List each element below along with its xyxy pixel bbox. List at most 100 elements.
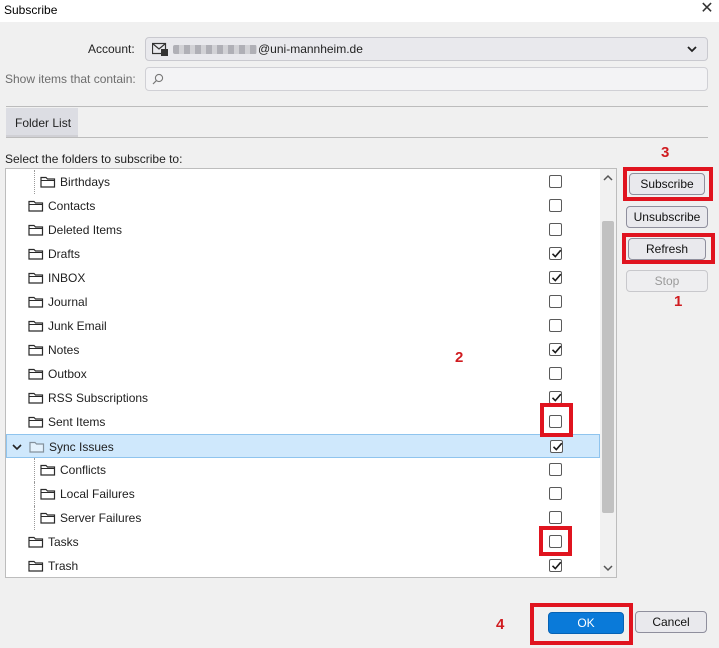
account-email: @uni-mannheim.de — [258, 42, 363, 56]
subscribe-button[interactable]: Subscribe — [629, 173, 705, 195]
filter-label: Show items that contain: — [5, 72, 136, 86]
folder-name: Trash — [48, 559, 79, 573]
folder-row[interactable]: Birthdays — [6, 170, 600, 194]
folder-row[interactable]: Conflicts — [6, 458, 600, 482]
ok-button[interactable]: OK — [548, 612, 624, 634]
folder-icon — [28, 272, 44, 284]
folder-row[interactable]: Server Failures — [6, 506, 600, 530]
account-select[interactable]: @uni-mannheim.de — [145, 37, 708, 61]
folder-row[interactable]: Junk Email — [6, 314, 600, 338]
folder-row[interactable]: Sent Items — [6, 410, 600, 434]
folder-icon — [29, 441, 45, 453]
divider — [6, 137, 708, 138]
folder-name: INBOX — [48, 271, 86, 285]
subscribe-checkbox[interactable] — [549, 199, 562, 212]
filter-field[interactable] — [145, 67, 708, 91]
scroll-thumb[interactable] — [602, 221, 614, 513]
stop-button[interactable]: Stop — [626, 270, 708, 292]
folder-icon — [28, 320, 44, 332]
folder-row[interactable]: Notes — [6, 338, 600, 362]
folder-row[interactable]: Outbox — [6, 362, 600, 386]
folder-tree[interactable]: Birthdays Contacts Deleted Items Drafts INBO… — [5, 168, 617, 578]
tree-scrollbar[interactable] — [600, 169, 616, 577]
folder-icon — [40, 512, 56, 524]
folder-row[interactable]: Sync Issues — [6, 434, 600, 458]
subscribe-checkbox[interactable] — [549, 223, 562, 236]
search-icon — [152, 73, 164, 85]
folder-icon — [28, 368, 44, 380]
folder-name: RSS Subscriptions — [48, 391, 149, 405]
folder-row[interactable]: Local Failures — [6, 482, 600, 506]
folder-icon — [28, 392, 44, 404]
subscribe-checkbox[interactable] — [549, 559, 562, 572]
folder-name: Sync Issues — [49, 440, 114, 454]
folder-icon — [28, 416, 44, 428]
subscribe-checkbox[interactable] — [549, 415, 562, 428]
folder-name: Local Failures — [60, 487, 135, 501]
scroll-down-icon[interactable] — [603, 563, 613, 573]
subscribe-checkbox[interactable] — [549, 295, 562, 308]
chevron-down-icon[interactable] — [12, 442, 22, 452]
folder-icon — [28, 560, 44, 572]
folder-row[interactable]: Tasks — [6, 530, 600, 554]
tree-guide-line — [34, 170, 35, 194]
subscribe-checkbox[interactable] — [549, 319, 562, 332]
window-title: Subscribe — [4, 3, 58, 17]
folder-row[interactable]: Contacts — [6, 194, 600, 218]
subscribe-checkbox[interactable] — [549, 367, 562, 380]
subscribe-checkbox[interactable] — [549, 535, 562, 548]
folder-name: Sent Items — [48, 415, 106, 429]
subscribe-checkbox[interactable] — [549, 511, 562, 524]
divider — [6, 106, 708, 107]
folder-row[interactable]: Deleted Items — [6, 218, 600, 242]
subscribe-checkbox[interactable] — [550, 440, 563, 453]
folder-icon — [40, 464, 56, 476]
title-bar: Subscribe ✕ — [0, 0, 719, 22]
folder-row[interactable]: RSS Subscriptions — [6, 386, 600, 410]
cancel-button[interactable]: Cancel — [635, 611, 707, 633]
folder-icon — [28, 224, 44, 236]
folder-name: Contacts — [48, 199, 96, 213]
close-icon[interactable]: ✕ — [696, 0, 718, 20]
folder-name: Notes — [48, 343, 80, 357]
subscribe-checkbox[interactable] — [549, 175, 562, 188]
folder-row[interactable]: Journal — [6, 290, 600, 314]
folder-icon — [40, 488, 56, 500]
folder-icon — [28, 296, 44, 308]
folder-name: Junk Email — [48, 319, 107, 333]
folder-icon — [28, 248, 44, 260]
instructions-label: Select the folders to subscribe to: — [5, 152, 183, 166]
folder-row[interactable]: Trash — [6, 554, 600, 577]
unsubscribe-button[interactable]: Unsubscribe — [626, 206, 708, 228]
subscribe-checkbox[interactable] — [549, 487, 562, 500]
folder-name: Tasks — [48, 535, 79, 549]
tab-folder-list[interactable]: Folder List — [6, 108, 78, 137]
folder-name: Deleted Items — [48, 223, 123, 237]
folder-icon — [40, 176, 56, 188]
folder-name: Outbox — [48, 367, 87, 381]
tree-guide-line — [34, 458, 35, 526]
filter-input[interactable] — [170, 70, 700, 88]
account-label: Account: — [88, 42, 135, 56]
folder-icon — [28, 536, 44, 548]
scroll-up-icon[interactable] — [603, 173, 613, 183]
folder-name: Drafts — [48, 247, 81, 261]
folder-icon — [28, 344, 44, 356]
annotation-number: 1 — [674, 293, 683, 310]
tab-label: Folder List — [15, 116, 72, 130]
folder-name: Conflicts — [60, 463, 107, 477]
subscribe-checkbox[interactable] — [549, 463, 562, 476]
annotation-number: 3 — [661, 144, 670, 161]
subscribe-checkbox[interactable] — [549, 391, 562, 404]
account-name-redacted — [173, 45, 257, 54]
chevron-down-icon — [687, 46, 697, 53]
folder-row[interactable]: INBOX — [6, 266, 600, 290]
folder-icon — [28, 200, 44, 212]
folder-name: Server Failures — [60, 511, 142, 525]
subscribe-checkbox[interactable] — [549, 343, 562, 356]
subscribe-checkbox[interactable] — [549, 271, 562, 284]
folder-row[interactable]: Drafts — [6, 242, 600, 266]
folder-name: Birthdays — [60, 175, 111, 189]
refresh-button[interactable]: Refresh — [628, 238, 706, 260]
subscribe-checkbox[interactable] — [549, 247, 562, 260]
